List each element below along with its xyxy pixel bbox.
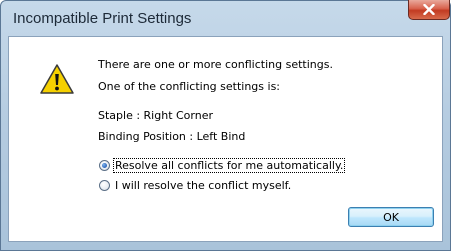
warning-icon — [40, 64, 74, 94]
close-button[interactable] — [408, 0, 450, 20]
close-icon — [423, 4, 435, 15]
option-resolve-automatically[interactable]: Resolve all conflicts for me automatical… — [99, 157, 346, 173]
radio-button-selected[interactable] — [99, 159, 110, 171]
ok-button-label: OK — [383, 210, 399, 224]
option-label[interactable]: I will resolve the conflict myself. — [114, 179, 292, 192]
dialog-window: Incompatible Print Settings There are on… — [0, 0, 451, 251]
dialog-title: Incompatible Print Settings — [13, 10, 192, 27]
option-resolve-manually[interactable]: I will resolve the conflict myself. — [99, 177, 292, 193]
message-line-2: One of the conflicting settings is: — [98, 80, 280, 93]
ok-button[interactable]: OK — [348, 207, 434, 227]
option-label[interactable]: Resolve all conflicts for me automatical… — [112, 157, 346, 173]
radio-button[interactable] — [99, 179, 110, 191]
conflict-setting-2: Binding Position : Left Bind — [98, 130, 246, 143]
conflict-setting-1: Staple : Right Corner — [98, 109, 214, 122]
title-bar[interactable]: Incompatible Print Settings — [1, 0, 450, 35]
message-line-1: There are one or more conflicting settin… — [98, 58, 333, 71]
dialog-content: There are one or more conflicting settin… — [8, 36, 443, 242]
